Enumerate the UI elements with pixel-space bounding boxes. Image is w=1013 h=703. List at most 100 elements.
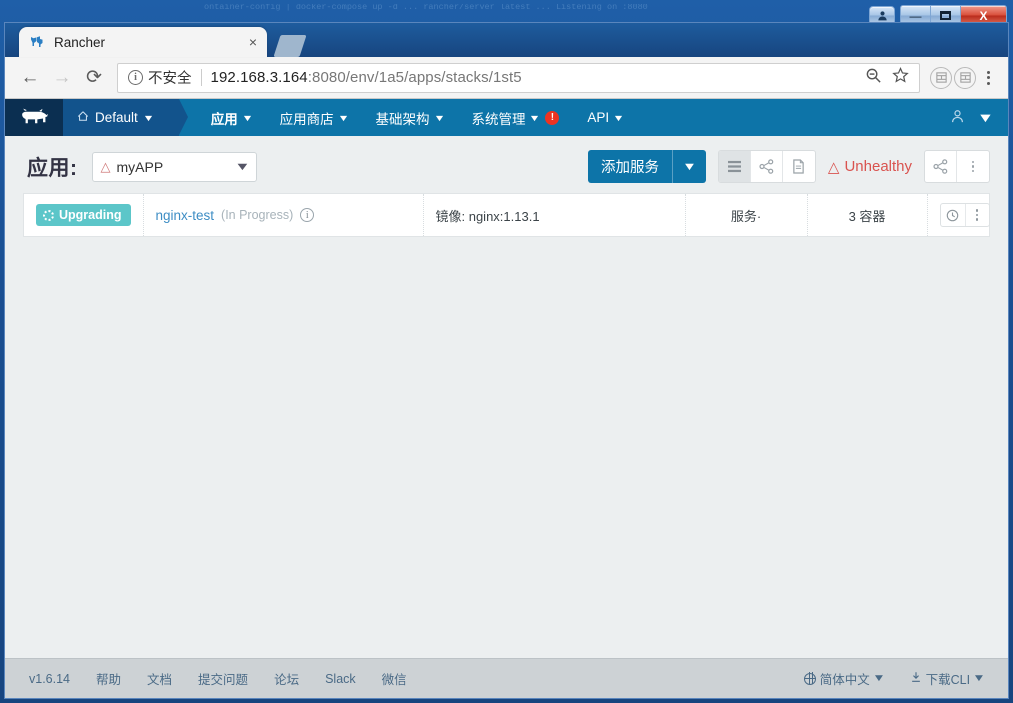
rancher-cow-logo[interactable]	[5, 99, 63, 136]
extension-icon-1[interactable]	[930, 66, 952, 89]
chevron-down-icon: ▼	[872, 673, 886, 684]
browser-tab-title: Rancher	[54, 34, 106, 50]
nav-item-applications[interactable]: 应用 ▼	[197, 99, 266, 136]
omnibox-actions	[865, 66, 913, 89]
footer-link-slack[interactable]: Slack	[325, 672, 356, 686]
chevron-down-icon: ▼	[528, 112, 541, 123]
nav-item-infrastructure[interactable]: 基础架构 ▼	[362, 99, 458, 136]
service-image-label: 镜像: nginx:1.13.1	[435, 208, 540, 224]
chrome-browser-window: Rancher × ← → ⟳ i 不安全 192.168.3.164:8080…	[4, 22, 1009, 699]
chevron-down-icon: ▼	[612, 112, 625, 123]
table-row[interactable]: Upgrading nginx-test (In Progress) i 镜像:…	[23, 193, 990, 237]
reload-button[interactable]: ⟳	[79, 63, 109, 93]
spinner-icon	[43, 209, 54, 221]
add-service-button[interactable]: 添加服务 ▼	[588, 150, 706, 183]
chevron-down-icon: ▼	[972, 673, 986, 684]
url-text: 192.168.3.164:8080/env/1a5/apps/stacks/1…	[211, 69, 522, 86]
footer-link-issues[interactable]: 提交问题	[198, 669, 248, 688]
row-actions-group	[939, 203, 990, 227]
list-view-icon[interactable]	[718, 151, 751, 182]
back-button[interactable]: ←	[15, 63, 45, 93]
state-badge-label: Upgrading	[59, 208, 122, 222]
zoom-out-icon[interactable]	[865, 67, 882, 89]
url-host: 192.168.3.164	[210, 69, 308, 86]
status-badge-label: Unhealthy	[844, 158, 912, 175]
footer-link-help[interactable]: 帮助	[96, 669, 121, 688]
status-badge: △ Unhealthy	[828, 158, 912, 176]
page-header-actions: 添加服务 ▼ △ Unhealthy	[588, 150, 990, 183]
state-badge: Upgrading	[36, 204, 131, 226]
rancher-nav-right: ▼	[950, 99, 1008, 136]
nav-item-api[interactable]: API ▼	[573, 99, 637, 136]
stack-selector-dropdown[interactable]: △ myAPP ▼	[91, 151, 257, 182]
chevron-down-icon: ▼	[432, 112, 446, 123]
graph-view-icon[interactable]	[751, 151, 783, 182]
footer-link-forum[interactable]: 论坛	[274, 669, 299, 688]
page-content: 应用: △ myAPP ▼ 添加服务 ▼ △ Unhealthy Upgradi…	[5, 136, 1008, 658]
cell-name: nginx-test (In Progress) i	[144, 194, 424, 236]
security-label: 不安全	[148, 71, 192, 87]
extension-icon-2[interactable]	[954, 66, 976, 89]
share-graph-icon[interactable]	[925, 151, 957, 182]
desktop-ghost-text: ontainer-config | docker-compose up -d .…	[204, 4, 648, 12]
browser-tab[interactable]: Rancher ×	[19, 27, 267, 57]
browser-tabstrip: Rancher ×	[5, 23, 1008, 57]
warning-triangle-icon: △	[100, 158, 111, 174]
more-vertical-icon[interactable]	[957, 151, 989, 182]
forward-button: →	[52, 66, 72, 88]
warning-triangle-icon: △	[827, 158, 840, 176]
chevron-down-icon: ▼	[682, 160, 697, 173]
cell-actions	[928, 194, 1002, 236]
cell-state: Upgrading	[24, 194, 144, 236]
file-view-icon[interactable]	[783, 151, 815, 182]
close-icon[interactable]: ×	[249, 35, 257, 49]
download-cli-label: 下载CLI	[925, 673, 971, 687]
rancher-logo-icon	[29, 34, 45, 50]
user-account-icon[interactable]	[950, 109, 965, 127]
page-header: 应用: △ myAPP ▼ 添加服务 ▼ △ Unhealthy	[19, 136, 994, 193]
address-bar[interactable]: i 不安全 192.168.3.164:8080/env/1a5/apps/st…	[117, 62, 920, 93]
language-label: 简体中文	[819, 673, 870, 687]
chevron-down-icon: ▼	[142, 112, 155, 123]
download-icon	[910, 671, 922, 686]
view-mode-toggle-group	[717, 150, 816, 183]
nav-item-admin[interactable]: 系统管理 ▼ !	[457, 99, 573, 136]
rancher-nav-items: 应用 ▼ 应用商店 ▼ 基础架构 ▼ 系统管理 ▼ ! API ▼	[197, 99, 637, 136]
alert-badge-icon: !	[545, 110, 560, 125]
rancher-navbar: Default ▼ 应用 ▼ 应用商店 ▼ 基础架构 ▼ 系统管理 ▼ ! AP…	[5, 99, 1008, 136]
info-icon[interactable]: i	[300, 208, 315, 222]
more-vertical-icon[interactable]	[964, 204, 989, 226]
history-clock-icon[interactable]	[941, 204, 965, 226]
download-cli-link[interactable]: 下载CLI ▼	[910, 669, 986, 688]
container-count-label: 3 容器	[848, 208, 886, 224]
footer-link-wechat[interactable]: 微信	[382, 669, 407, 688]
nav-item-label: 系统管理	[471, 111, 526, 127]
chevron-down-icon: ▼	[241, 112, 254, 123]
app-footer: v1.6.14 帮助 文档 提交问题 论坛 Slack 微信 简体中文 ▼ 下载…	[5, 658, 1008, 698]
service-status-text: (In Progress)	[221, 208, 294, 222]
environment-label: Default	[95, 110, 138, 125]
stack-name-label: myAPP	[116, 158, 164, 175]
rancher-app: Default ▼ 应用 ▼ 应用商店 ▼ 基础架构 ▼ 系统管理 ▼ ! AP…	[5, 99, 1008, 698]
nav-item-label: 应用商店	[279, 111, 334, 127]
info-circle-icon[interactable]: i	[128, 70, 143, 85]
language-selector[interactable]: 简体中文 ▼	[803, 669, 886, 688]
omnibox-divider	[200, 69, 202, 86]
os-window: ontainer-config | docker-compose up -d .…	[0, 0, 1013, 703]
add-service-label: 添加服务	[601, 160, 660, 176]
nav-item-label: API	[587, 110, 610, 125]
service-name-link[interactable]: nginx-test	[156, 208, 215, 223]
footer-right: 简体中文 ▼ 下载CLI ▼	[803, 669, 986, 688]
stack-actions-group	[924, 150, 990, 183]
bookmark-star-icon[interactable]	[892, 66, 909, 89]
environment-selector[interactable]: Default ▼	[63, 99, 188, 136]
cell-service: 服务·	[686, 194, 808, 236]
nav-item-catalog[interactable]: 应用商店 ▼	[266, 99, 362, 136]
home-icon	[77, 110, 89, 125]
chrome-menu-icon[interactable]	[978, 70, 998, 85]
chevron-down-icon[interactable]: ▼	[977, 110, 994, 125]
add-service-dropdown-toggle[interactable]: ▼	[672, 150, 706, 183]
footer-link-docs[interactable]: 文档	[147, 669, 172, 688]
globe-icon	[803, 672, 816, 685]
browser-toolbar: ← → ⟳ i 不安全 192.168.3.164:8080/env/1a5/a…	[5, 57, 1008, 99]
